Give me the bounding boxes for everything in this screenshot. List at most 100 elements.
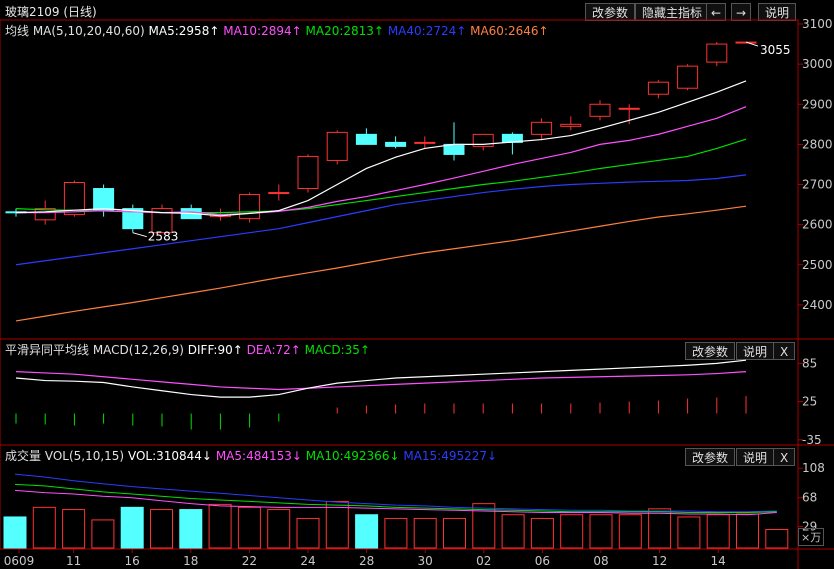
- candle-body: [385, 141, 407, 147]
- volume-bar: [384, 517, 408, 549]
- candle-body: [472, 133, 494, 147]
- vol-unit-label: ×万: [798, 528, 825, 546]
- volume-bar: [32, 506, 56, 549]
- candle-body: [239, 194, 261, 220]
- macd-value-legend: MACD:35↑: [304, 343, 370, 357]
- volume-bar: [589, 514, 613, 549]
- candle-body: [63, 182, 85, 216]
- price-tick-label: 2900: [802, 97, 833, 111]
- candle-body: [560, 123, 582, 127]
- volume-bar: [355, 514, 379, 549]
- vol-modify-params-button[interactable]: 改参数: [685, 448, 736, 466]
- macd-help-button[interactable]: 说明: [736, 342, 775, 360]
- date-tick-label: 30: [418, 554, 433, 568]
- prev-arrow-button[interactable]: ←: [706, 3, 727, 21]
- volume-bar: [3, 516, 27, 549]
- volume-bar: [765, 529, 789, 549]
- vol-ma15-line: [14, 473, 777, 513]
- candle-body: [122, 208, 144, 230]
- diff-line: [15, 359, 747, 398]
- candle-body: [706, 43, 728, 63]
- volume-bar: [530, 517, 554, 549]
- volume-bar: [325, 500, 349, 549]
- volume-bar: [237, 506, 261, 549]
- candle-body: [297, 155, 319, 190]
- candle-body: [268, 192, 290, 195]
- macd-tick-label: 85: [802, 356, 817, 370]
- candle-body: [93, 188, 115, 212]
- date-tick-label: 11: [66, 554, 81, 568]
- volume-bar: [443, 517, 466, 549]
- modify-params-button[interactable]: 改参数: [585, 3, 636, 21]
- volume-bar: [413, 517, 437, 549]
- vol-tick-label: 108: [802, 461, 825, 475]
- help-button[interactable]: 说明: [758, 3, 797, 21]
- ma5-line: [15, 80, 747, 217]
- vol-value-legend: VOL:310844↓: [127, 449, 212, 463]
- candle-body: [34, 208, 56, 221]
- date-tick-label: 16: [125, 554, 140, 568]
- volume-bar: [267, 509, 291, 549]
- macd-legend: 平滑异同平均线 MACD(12,26,9) DIFF:90↑ DEA:72↑ M…: [5, 341, 370, 358]
- macd-legend-name: 平滑异同平均线 MACD(12,26,9): [5, 343, 184, 357]
- vol-legend: 成交量 VOL(5,10,15) VOL:310844↓ MA5:484153↓…: [5, 447, 497, 464]
- date-tick-label: 28: [359, 554, 374, 568]
- annotation-leader: [132, 232, 147, 238]
- date-tick-label: 02: [476, 554, 491, 568]
- macd-close-button[interactable]: X: [773, 342, 796, 360]
- volume-bar: [706, 514, 730, 549]
- candle-body: [501, 133, 523, 143]
- candle-body: [443, 143, 465, 155]
- ma-legend: 均线 MA(5,10,20,40,60) MA5:2958↑ MA10:2894…: [5, 22, 549, 39]
- volume-bar: [648, 508, 672, 549]
- chart-window: { "title": "玻璃2109 (日线)", "top_buttons":…: [0, 0, 834, 569]
- candle-body: [209, 214, 231, 218]
- volume-bar: [62, 509, 86, 549]
- vol-tick-label: 68: [802, 491, 817, 505]
- candle-body: [677, 65, 699, 89]
- chart-title: 玻璃2109 (日线): [5, 5, 97, 19]
- date-tick-label: 18: [183, 554, 198, 568]
- volume-bar: [208, 503, 232, 549]
- volume-bar: [472, 503, 496, 549]
- candle-body: [589, 103, 611, 117]
- date-tick-label: 12: [652, 554, 667, 568]
- vol-help-button[interactable]: 说明: [736, 448, 775, 466]
- volume-bar: [179, 509, 203, 549]
- volume-bar: [120, 506, 144, 549]
- vol-legend-name: 成交量 VOL(5,10,15): [5, 449, 125, 463]
- candle-body: [180, 208, 202, 220]
- vol-ma10-line: [14, 483, 777, 514]
- vol-ma15-legend: MA15:495227↓: [403, 449, 498, 463]
- vol-ma10-legend: MA10:492366↓: [305, 449, 400, 463]
- ma60-legend: MA60:2646↑: [470, 24, 549, 38]
- candle-body: [531, 121, 553, 135]
- candle-body: [151, 208, 173, 234]
- macd-modify-params-button[interactable]: 改参数: [685, 342, 736, 360]
- vol-close-button[interactable]: X: [773, 448, 796, 466]
- price-tick-label: 2400: [802, 298, 833, 312]
- candle-body: [5, 211, 27, 214]
- macd-tick-label: -35: [802, 433, 822, 447]
- date-tick-label: 24: [300, 554, 315, 568]
- price-tick-label: 2600: [802, 218, 833, 232]
- candle-body: [647, 81, 669, 95]
- candle-body: [355, 133, 377, 145]
- chart-frame: [0, 19, 799, 550]
- ma20-line: [15, 138, 747, 214]
- price-tick-label: 3100: [802, 17, 833, 31]
- diff-legend: DIFF:90↑: [187, 343, 243, 357]
- ma40-legend: MA40:2724↑: [387, 24, 467, 38]
- price-tick-label: 2500: [802, 258, 833, 272]
- date-tick-label: 14: [711, 554, 726, 568]
- price-annotation: 2583: [148, 230, 179, 244]
- price-annotation: 3055: [760, 43, 791, 57]
- volume-bar: [296, 517, 320, 549]
- next-arrow-button[interactable]: →: [731, 3, 752, 21]
- chart-canvas: 3100 3000 2900 2800 2700 2600 2500 2400 2583 3055…: [0, 17, 834, 569]
- date-tick-label: 06: [535, 554, 550, 568]
- dea-line: [15, 371, 747, 391]
- volume-bar: [91, 519, 115, 549]
- annotation-leader: [745, 41, 759, 47]
- hide-main-indicator-button[interactable]: 隐藏主指标: [635, 3, 710, 21]
